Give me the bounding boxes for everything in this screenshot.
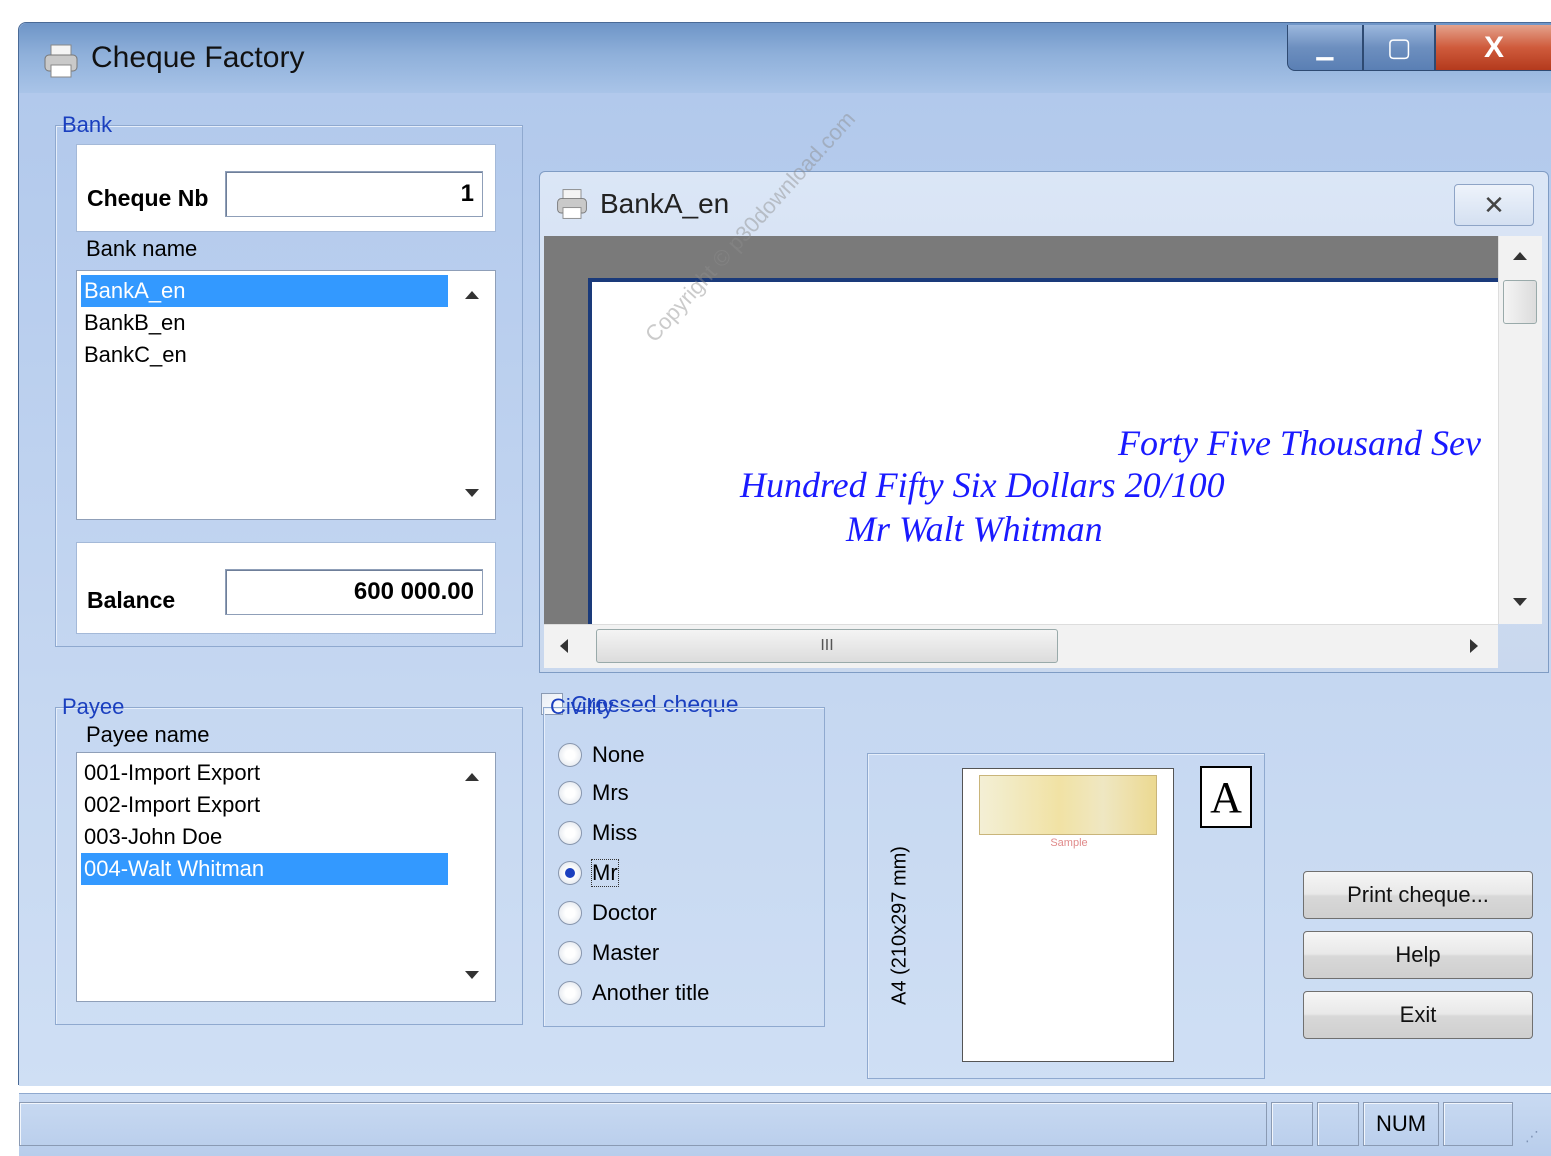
scroll-thumb[interactable] [1503,280,1537,324]
balance-label: Balance [87,587,176,613]
civility-option-master[interactable]: Master [558,936,659,970]
preview-horizontal-scrollbar[interactable]: III [544,624,1498,668]
printer-icon [554,186,590,222]
cheque-paper: Forty Five Thousand Sev Hundred Fifty Si… [588,278,1498,624]
civility-label: Mr [591,859,619,887]
status-pane [1271,1102,1313,1146]
civility-option-doctor[interactable]: Doctor [558,896,657,930]
title-bar[interactable]: Cheque Factory ▁ ▢ X [19,23,1551,93]
close-icon: ✕ [1483,189,1505,220]
exit-button[interactable]: Exit [1303,991,1533,1039]
status-pane-main [19,1102,1267,1146]
cheque-nb-panel: Cheque Nb 1 [76,144,496,232]
paper-format-label: A4 (210x297 mm) [888,846,911,1005]
bank-listbox[interactable]: BankA_en BankB_en BankC_en [76,270,496,520]
radio-button[interactable] [558,941,582,965]
minimize-icon: ▁ [1316,34,1334,60]
payee-legend: Payee [62,694,125,719]
payee-line: Mr Walt Whitman [846,509,1103,549]
civility-label: None [592,742,645,767]
status-pane [1317,1102,1359,1146]
print-cheque-button[interactable]: Print cheque... [1303,871,1533,919]
payee-list-scrollbar[interactable] [451,753,495,1001]
civility-label: Mrs [592,780,629,805]
radio-dot [565,868,575,878]
scroll-up-icon[interactable] [1513,252,1527,260]
window-title: Cheque Factory [91,41,305,74]
civility-option-miss[interactable]: Miss [558,816,637,850]
paper-format-panel: A4 (210x297 mm) Sample A [867,753,1265,1079]
bank-legend: Bank [62,112,113,137]
preview-vertical-scrollbar[interactable] [1498,236,1542,624]
civility-label: Doctor [592,900,657,925]
civility-option-none[interactable]: None [558,738,645,772]
cheque-thumbnail [979,775,1157,835]
cheque-nb-input[interactable]: 1 [225,171,483,217]
window-body: Bank Cheque Nb 1 Bank name BankA_en Bank… [19,93,1551,1156]
grip-icon: III [820,637,834,654]
radio-button[interactable] [558,781,582,805]
civility-label: Miss [592,820,638,845]
preview-close-button[interactable]: ✕ [1454,184,1534,226]
scroll-right-icon[interactable] [1470,639,1478,653]
bank-list-scrollbar[interactable] [451,271,495,519]
paper-sheet-thumbnail: Sample [962,768,1174,1062]
list-item[interactable]: 001-Import Export [81,757,448,789]
radio-button-selected[interactable] [558,861,582,885]
list-item[interactable]: 004-Walt Whitman [81,853,448,885]
scroll-down-icon[interactable] [465,971,479,979]
radio-button[interactable] [558,743,582,767]
scroll-up-icon[interactable] [465,291,479,299]
bank-group: Bank Cheque Nb 1 Bank name BankA_en Bank… [55,112,523,647]
list-item[interactable]: BankC_en [81,339,448,371]
portrait-orientation-icon[interactable]: A [1200,766,1252,828]
civility-option-mr[interactable]: Mr [558,856,619,890]
list-item[interactable]: BankB_en [81,307,448,339]
maximize-icon: ▢ [1386,32,1412,62]
num-lock-indicator: NUM [1363,1102,1439,1146]
civility-label: Master [592,940,660,965]
status-bar: NUM ⋰ [19,1093,1551,1156]
maximize-button[interactable]: ▢ [1363,25,1435,71]
payee-group: Payee Payee name 001-Import Export 002-I… [55,694,523,1025]
payee-name-label: Payee name [86,722,210,747]
list-item[interactable]: BankA_en [81,275,448,307]
balance-value: 600 000.00 [225,569,483,615]
minimize-button[interactable]: ▁ [1287,25,1363,71]
status-pane [1443,1102,1513,1146]
cheque-nb-label: Cheque Nb [87,185,209,211]
civility-group: Civility None Mrs Miss Mr Doctor Master … [543,694,825,1027]
civility-option-another-title[interactable]: Another title [558,976,709,1010]
close-button[interactable]: X [1435,25,1551,71]
sample-text: Sample [1050,837,1088,849]
bank-name-label: Bank name [86,236,198,261]
scroll-thumb[interactable]: III [596,629,1058,663]
list-item[interactable]: 003-John Doe [81,821,448,853]
resize-grip-icon[interactable]: ⋰ [1525,1128,1539,1145]
balance-panel: Balance 600 000.00 [76,542,496,634]
orientation-glyph: A [1210,772,1242,822]
radio-button[interactable] [558,981,582,1005]
radio-button[interactable] [558,901,582,925]
civility-legend: Civility [550,694,614,719]
scroll-up-icon[interactable] [465,773,479,781]
preview-title: BankA_en [600,188,730,219]
close-icon: X [1483,30,1504,64]
printer-icon [41,41,81,81]
amount-words-line-1: Forty Five Thousand Sev [1118,423,1481,463]
list-item[interactable]: 002-Import Export [81,789,448,821]
cheque-preview-window: BankA_en ✕ Forty Five Thousand Sev Hundr… [539,171,1549,673]
scroll-left-icon[interactable] [560,639,568,653]
scroll-down-icon[interactable] [465,489,479,497]
civility-label: Another title [592,980,710,1005]
civility-option-mrs[interactable]: Mrs [558,776,629,810]
scroll-down-icon[interactable] [1513,598,1527,606]
payee-listbox[interactable]: 001-Import Export 002-Import Export 003-… [76,752,496,1002]
radio-button[interactable] [558,821,582,845]
help-button[interactable]: Help [1303,931,1533,979]
amount-words-line-2: Hundred Fifty Six Dollars 20/100 [740,465,1225,505]
